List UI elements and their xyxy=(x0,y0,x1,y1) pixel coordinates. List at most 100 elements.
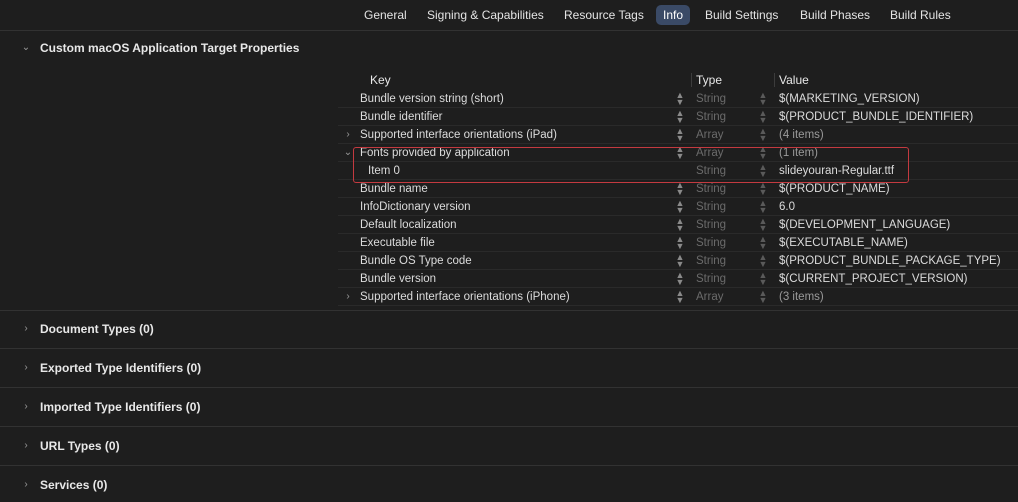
key-popup-stepper-icon[interactable]: ▲ ▼ xyxy=(675,181,685,197)
table-row[interactable]: Executable file ▲ ▼ String ▲ ▼ $(EXECUTABLE_NA… xyxy=(338,234,1018,252)
column-header-type[interactable]: Type xyxy=(696,70,722,90)
section-imported-type-identifiers[interactable]: › Imported Type Identifiers (0) xyxy=(0,397,1018,417)
chevron-right-icon[interactable]: › xyxy=(19,436,33,456)
row-type[interactable]: String xyxy=(696,234,726,252)
tab-build-settings[interactable]: Build Settings xyxy=(698,5,785,25)
table-row[interactable]: Bundle OS Type code ▲ ▼ String ▲ ▼ $(PRODUCT_B… xyxy=(338,252,1018,270)
section-exported-type-identifiers[interactable]: › Exported Type Identifiers (0) xyxy=(0,358,1018,378)
table-row[interactable]: Default localization ▲ ▼ String ▲ ▼ $(DEVELOPM… xyxy=(338,216,1018,234)
key-popup-stepper-icon[interactable]: ▲ ▼ xyxy=(675,289,685,305)
type-popup-stepper-icon[interactable]: ▲ ▼ xyxy=(758,217,768,233)
key-popup-stepper-icon[interactable]: ▲ ▼ xyxy=(675,235,685,251)
key-popup-stepper-icon[interactable]: ▲ ▼ xyxy=(675,91,685,107)
key-popup-stepper-icon[interactable]: ▲ ▼ xyxy=(675,109,685,125)
row-key[interactable]: Bundle name xyxy=(360,180,428,198)
table-row[interactable]: Bundle identifier ▲ ▼ String ▲ ▼ $(PRODUCT_BUN… xyxy=(338,108,1018,126)
table-body: Bundle version string (short) ▲ ▼ String ▲ ▼ $… xyxy=(338,90,1018,306)
tab-build-phases[interactable]: Build Phases xyxy=(793,5,877,25)
column-separator[interactable] xyxy=(774,73,775,87)
row-value[interactable]: $(PRODUCT_BUNDLE_PACKAGE_TYPE) xyxy=(779,252,1001,270)
row-type[interactable]: String xyxy=(696,162,726,180)
chevron-right-icon[interactable]: › xyxy=(19,475,33,495)
section-target-properties[interactable]: ⌄ Custom macOS Application Target Proper… xyxy=(0,38,1018,58)
table-row[interactable]: › Supported interface orientations (iPad)… xyxy=(338,126,1018,144)
row-value[interactable]: $(PRODUCT_BUNDLE_IDENTIFIER) xyxy=(779,108,973,126)
row-type[interactable]: String xyxy=(696,90,726,108)
type-popup-stepper-icon[interactable]: ▲ ▼ xyxy=(758,145,768,161)
row-value[interactable]: $(CURRENT_PROJECT_VERSION) xyxy=(779,270,968,288)
type-popup-stepper-icon[interactable]: ▲ ▼ xyxy=(758,235,768,251)
type-popup-stepper-icon[interactable]: ▲ ▼ xyxy=(758,109,768,125)
tab-signing-capabilities[interactable]: Signing & Capabilities xyxy=(420,5,551,25)
type-popup-stepper-icon[interactable]: ▲ ▼ xyxy=(758,181,768,197)
section-services[interactable]: › Services (0) xyxy=(0,475,1018,495)
type-popup-stepper-icon[interactable]: ▲ ▼ xyxy=(758,253,768,269)
row-value[interactable]: (3 items) xyxy=(779,288,824,306)
table-row[interactable]: Bundle name ▲ ▼ String ▲ ▼ $(PRODUCT_NAME) xyxy=(338,180,1018,198)
table-row[interactable]: › Supported interface orientations (iPhon… xyxy=(338,288,1018,306)
table-row[interactable]: Bundle version ▲ ▼ String ▲ ▼ $(CURRENT_PROJEC… xyxy=(338,270,1018,288)
row-value[interactable]: $(PRODUCT_NAME) xyxy=(779,180,890,198)
table-row[interactable]: Bundle version string (short) ▲ ▼ String ▲ ▼ $… xyxy=(338,90,1018,108)
row-type[interactable]: Array xyxy=(696,126,723,144)
row-type[interactable]: Array xyxy=(696,144,723,162)
table-row[interactable]: ⌄ Fonts provided by application ▲ ▼ Array ▲ ▼ (… xyxy=(338,144,1018,162)
row-key[interactable]: Bundle OS Type code xyxy=(360,252,472,270)
section-url-types[interactable]: › URL Types (0) xyxy=(0,436,1018,456)
row-key[interactable]: Fonts provided by application xyxy=(360,144,510,162)
type-popup-stepper-icon[interactable]: ▲ ▼ xyxy=(758,127,768,143)
row-value[interactable]: $(DEVELOPMENT_LANGUAGE) xyxy=(779,216,950,234)
tab-info[interactable]: Info xyxy=(656,5,691,25)
row-value[interactable]: 6.0 xyxy=(779,198,795,216)
chevron-right-icon[interactable]: › xyxy=(342,126,354,144)
row-key[interactable]: Item 0 xyxy=(368,162,400,180)
chevron-down-icon[interactable]: ⌄ xyxy=(342,144,354,162)
key-popup-stepper-icon[interactable]: ▲ ▼ xyxy=(675,217,685,233)
type-popup-stepper-icon[interactable]: ▲ ▼ xyxy=(758,91,768,107)
type-popup-stepper-icon[interactable]: ▲ ▼ xyxy=(758,271,768,287)
table-row[interactable]: Item 0 String ▲ ▼ slideyouran-Regular.ttf xyxy=(338,162,1018,180)
row-key[interactable]: Bundle version xyxy=(360,270,436,288)
row-type[interactable]: String xyxy=(696,180,726,198)
row-key[interactable]: InfoDictionary version xyxy=(360,198,471,216)
row-value[interactable]: (4 items) xyxy=(779,126,824,144)
section-document-types[interactable]: › Document Types (0) xyxy=(0,319,1018,339)
chevron-right-icon[interactable]: › xyxy=(19,319,33,339)
row-value[interactable]: slideyouran-Regular.ttf xyxy=(779,162,894,180)
tab-resource-tags[interactable]: Resource Tags xyxy=(557,5,651,25)
tab-general[interactable]: General xyxy=(357,5,414,25)
row-key[interactable]: Bundle identifier xyxy=(360,108,442,126)
column-separator[interactable] xyxy=(691,73,692,87)
row-value[interactable]: $(MARKETING_VERSION) xyxy=(779,90,920,108)
row-type[interactable]: String xyxy=(696,270,726,288)
type-popup-stepper-icon[interactable]: ▲ ▼ xyxy=(758,289,768,305)
editor-tab-bar: General Signing & Capabilities Resource … xyxy=(0,0,1018,30)
row-type[interactable]: String xyxy=(696,216,726,234)
row-type[interactable]: Array xyxy=(696,288,723,306)
chevron-right-icon[interactable]: › xyxy=(19,397,33,417)
row-key[interactable]: Executable file xyxy=(360,234,435,252)
type-popup-stepper-icon[interactable]: ▲ ▼ xyxy=(758,199,768,215)
row-value[interactable]: $(EXECUTABLE_NAME) xyxy=(779,234,908,252)
key-popup-stepper-icon[interactable]: ▲ ▼ xyxy=(675,145,685,161)
column-header-value[interactable]: Value xyxy=(779,70,809,90)
column-header-key[interactable]: Key xyxy=(370,70,391,90)
key-popup-stepper-icon[interactable]: ▲ ▼ xyxy=(675,199,685,215)
chevron-right-icon[interactable]: › xyxy=(19,358,33,378)
row-key[interactable]: Default localization xyxy=(360,216,457,234)
row-key[interactable]: Supported interface orientations (iPad) xyxy=(360,126,557,144)
row-key[interactable]: Supported interface orientations (iPhone… xyxy=(360,288,570,306)
key-popup-stepper-icon[interactable]: ▲ ▼ xyxy=(675,253,685,269)
row-type[interactable]: String xyxy=(696,198,726,216)
key-popup-stepper-icon[interactable]: ▲ ▼ xyxy=(675,127,685,143)
table-row[interactable]: InfoDictionary version ▲ ▼ String ▲ ▼ 6.0 xyxy=(338,198,1018,216)
type-popup-stepper-icon[interactable]: ▲ ▼ xyxy=(758,163,768,179)
row-type[interactable]: String xyxy=(696,252,726,270)
tab-build-rules[interactable]: Build Rules xyxy=(883,5,958,25)
chevron-down-icon[interactable]: ⌄ xyxy=(19,38,33,58)
row-key[interactable]: Bundle version string (short) xyxy=(360,90,504,108)
chevron-right-icon[interactable]: › xyxy=(342,288,354,306)
row-type[interactable]: String xyxy=(696,108,726,126)
key-popup-stepper-icon[interactable]: ▲ ▼ xyxy=(675,271,685,287)
row-value[interactable]: (1 item) xyxy=(779,144,818,162)
